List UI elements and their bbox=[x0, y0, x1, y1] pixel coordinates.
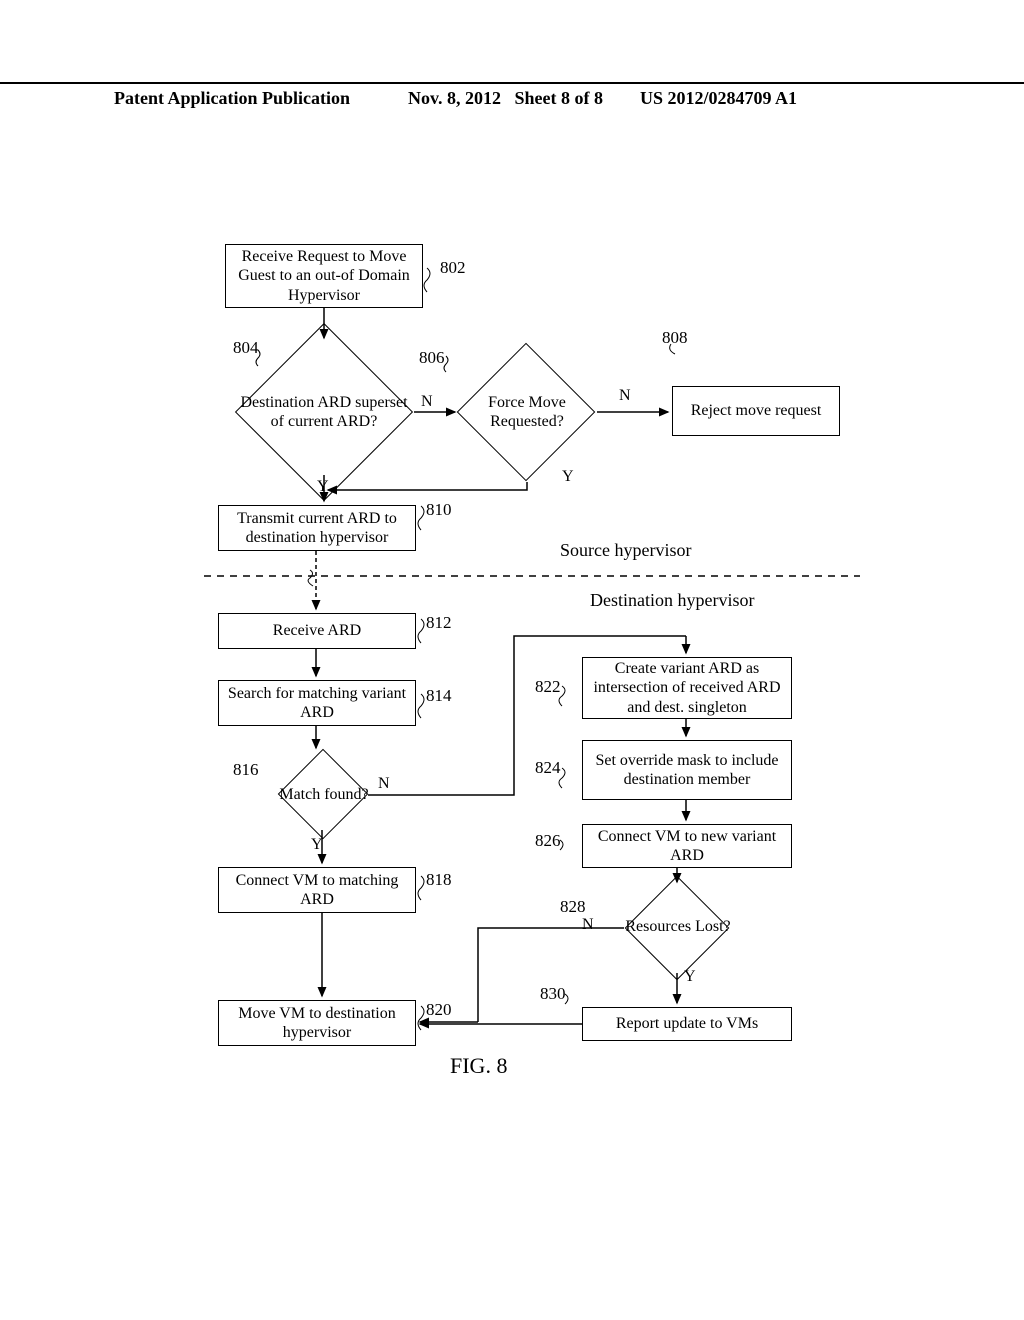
label-804-n: N bbox=[421, 393, 433, 411]
ref-816: 816 bbox=[233, 760, 259, 780]
node-820: Move VM to destination hypervisor bbox=[218, 1000, 416, 1046]
node-812: Receive ARD bbox=[218, 613, 416, 649]
label-816-y: Y bbox=[311, 836, 323, 854]
flowchart: Receive Request to Move Guest to an out-… bbox=[0, 0, 1024, 1320]
node-828-diamond bbox=[625, 876, 730, 981]
ref-812: 812 bbox=[426, 613, 452, 633]
ref-824: 824 bbox=[535, 758, 561, 778]
connectors bbox=[0, 0, 1024, 1320]
ref-814: 814 bbox=[426, 686, 452, 706]
node-808: Reject move request bbox=[672, 386, 840, 436]
ref-826: 826 bbox=[535, 831, 561, 851]
node-806-diamond bbox=[457, 343, 596, 482]
ref-820: 820 bbox=[426, 1000, 452, 1020]
node-816-diamond bbox=[278, 749, 369, 840]
ref-802: 802 bbox=[440, 258, 466, 278]
ref-810: 810 bbox=[426, 500, 452, 520]
node-824: Set override mask to include destination… bbox=[582, 740, 792, 800]
ref-804: 804 bbox=[233, 338, 259, 358]
label-828-y: Y bbox=[684, 968, 696, 986]
node-802: Receive Request to Move Guest to an out-… bbox=[225, 244, 423, 308]
label-828-n: N bbox=[582, 916, 594, 934]
label-destination-hypervisor: Destination hypervisor bbox=[590, 590, 754, 611]
node-826: Connect VM to new variant ARD bbox=[582, 824, 792, 868]
ref-806: 806 bbox=[419, 348, 445, 368]
node-810: Transmit current ARD to destination hype… bbox=[218, 505, 416, 551]
label-source-hypervisor: Source hypervisor bbox=[560, 540, 691, 561]
ref-818: 818 bbox=[426, 870, 452, 890]
node-804-diamond bbox=[235, 323, 413, 501]
label-806-n: N bbox=[619, 387, 631, 405]
figure-label: FIG. 8 bbox=[450, 1053, 507, 1079]
ref-808: 808 bbox=[662, 328, 688, 348]
node-822: Create variant ARD as intersection of re… bbox=[582, 657, 792, 719]
ref-828: 828 bbox=[560, 897, 586, 917]
node-830: Report update to VMs bbox=[582, 1007, 792, 1041]
label-804-y: Y bbox=[317, 478, 329, 496]
ref-830: 830 bbox=[540, 984, 566, 1004]
label-816-n: N bbox=[378, 775, 390, 793]
ref-822: 822 bbox=[535, 677, 561, 697]
node-818: Connect VM to matching ARD bbox=[218, 867, 416, 913]
label-806-y: Y bbox=[562, 468, 574, 486]
node-814: Search for matching variant ARD bbox=[218, 680, 416, 726]
